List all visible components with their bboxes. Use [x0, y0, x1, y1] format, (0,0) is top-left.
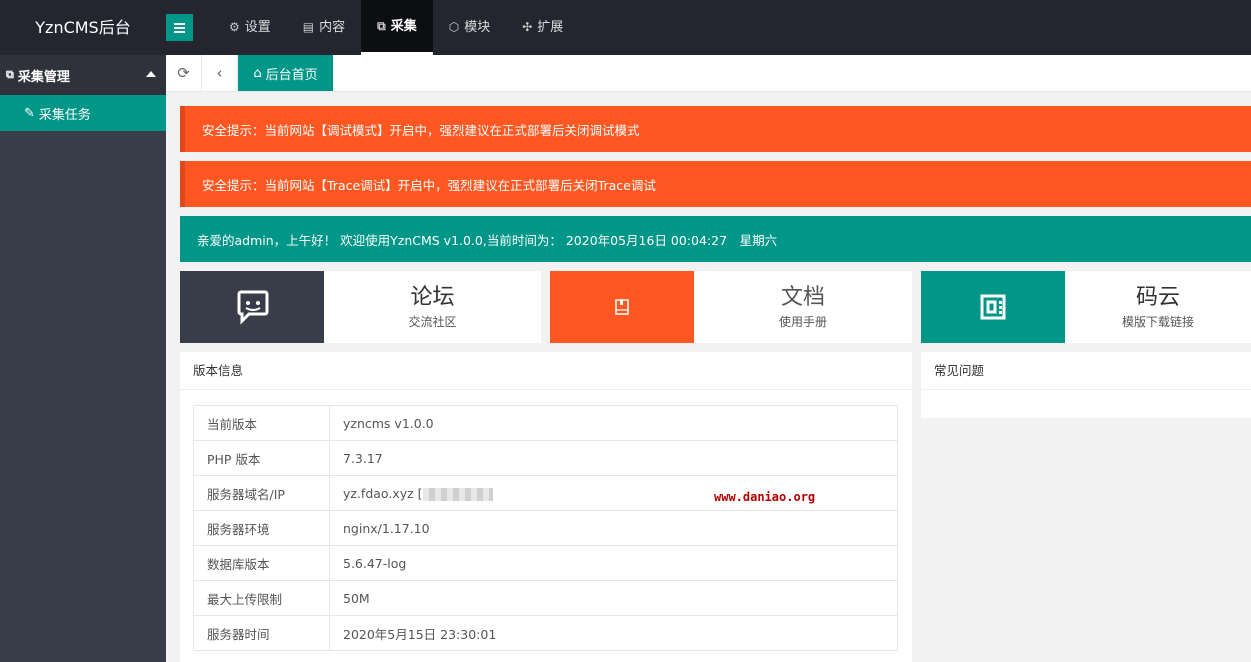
sidebar-item-collect-task[interactable]: ✎ 采集任务: [0, 95, 166, 131]
table-row: 服务器时间 2020年5月15日 23:30:01: [193, 615, 898, 651]
row-key: 服务器环境: [193, 510, 330, 546]
gitee-card[interactable]: 码云 模版下载链接: [921, 271, 1251, 343]
home-icon: ⌂: [253, 65, 262, 81]
nav-settings[interactable]: ⚙ 设置: [213, 0, 287, 55]
row-value: yz.fdao.xyz [: [343, 485, 423, 501]
nav-label: 采集: [390, 18, 417, 34]
table-row: 最大上传限制 50M: [193, 580, 898, 616]
redacted-ip: [422, 487, 493, 501]
sidebar: ⧉ 采集管理 ✎ 采集任务: [0, 55, 166, 662]
forum-card[interactable]: 论坛 交流社区: [180, 271, 541, 343]
code-icon: [921, 271, 1065, 343]
table-row: 当前版本 yzncms v1.0.0: [193, 405, 898, 441]
panel-title: 常见问题: [921, 352, 1251, 390]
row-value: 5.6.47-log: [329, 545, 898, 581]
row-key: PHP 版本: [193, 440, 330, 476]
row-value: yzncms v1.0.0: [329, 405, 898, 441]
row-key: 最大上传限制: [193, 580, 330, 616]
watermark-text: www.daniao.org: [714, 490, 816, 504]
table-row: 服务器环境 nginx/1.17.10: [193, 510, 898, 546]
sitemap-icon: ⧉: [377, 18, 386, 33]
nav-label: 设置: [244, 20, 271, 35]
tab-home[interactable]: ⌂ 后台首页: [238, 55, 333, 91]
menu-toggle-button[interactable]: [166, 14, 193, 41]
book-icon: [550, 271, 694, 343]
back-button[interactable]: ‹: [202, 55, 238, 91]
nav-content[interactable]: ▤ 内容: [287, 0, 361, 55]
refresh-icon: ⟳: [177, 64, 190, 82]
puzzle-icon: ✣: [522, 20, 533, 34]
nav-label: 模块: [464, 20, 491, 35]
edit-icon: ✎: [24, 105, 35, 121]
trace-debug-alert: 安全提示：当前网站【Trace调试】开启中，强烈建议在正式部署后关闭Trace调…: [180, 161, 1251, 207]
row-key: 数据库版本: [193, 545, 330, 581]
sitemap-icon: ⧉: [6, 68, 14, 81]
row-value: 2020年5月15日 23:30:01: [329, 615, 898, 651]
card-subtitle: 交流社区: [408, 314, 457, 329]
nav-label: 扩展: [537, 20, 564, 35]
nav-extensions[interactable]: ✣ 扩展: [506, 0, 579, 55]
card-subtitle: 模版下载链接: [1121, 314, 1194, 329]
chat-icon: [180, 271, 324, 343]
top-nav: ⚙ 设置 ▤ 内容 ⧉ 采集 ⬡ 模块 ✣ 扩展: [213, 0, 579, 55]
docs-card[interactable]: 文档 使用手册: [550, 271, 912, 343]
welcome-message: 亲爱的admin，上午好！ 欢迎使用YznCMS v1.0.0,当前时间为： 2…: [180, 216, 1251, 262]
document-icon: ▤: [302, 20, 315, 34]
table-row: PHP 版本 7.3.17: [193, 440, 898, 476]
row-value: 7.3.17: [329, 440, 898, 476]
row-key: 当前版本: [193, 405, 330, 441]
card-subtitle: 使用手册: [778, 314, 827, 329]
app-logo[interactable]: YznCMS后台: [0, 0, 166, 55]
caret-up-icon: [146, 71, 156, 77]
cube-icon: ⬡: [448, 20, 460, 34]
gear-icon: ⚙: [229, 20, 240, 34]
nav-collect[interactable]: ⧉ 采集: [361, 0, 433, 55]
nav-label: 内容: [319, 20, 346, 35]
card-title: 码云: [1135, 284, 1180, 310]
sidebar-item-label: 采集任务: [38, 107, 91, 123]
row-key: 服务器时间: [193, 615, 330, 651]
faq-panel: 常见问题: [921, 352, 1251, 418]
card-title: 文档: [780, 284, 825, 310]
version-info-table: 当前版本 yzncms v1.0.0 PHP 版本 7.3.17 服务器域名/IP y…: [193, 405, 898, 651]
chevron-left-icon: ‹: [216, 64, 223, 82]
nav-modules[interactable]: ⬡ 模块: [433, 0, 507, 55]
row-value: nginx/1.17.10: [329, 510, 898, 546]
sidebar-group-collect[interactable]: ⧉ 采集管理: [0, 55, 166, 95]
row-key: 服务器域名/IP: [193, 475, 330, 511]
row-value: 50M: [329, 580, 898, 616]
sidebar-group-label: 采集管理: [17, 69, 70, 85]
panel-title: 版本信息: [180, 352, 912, 390]
version-info-panel: 版本信息 当前版本 yzncms v1.0.0 PHP 版本 7.3.17 服务器域…: [180, 352, 912, 662]
tab-label: 后台首页: [265, 67, 318, 83]
top-header: YznCMS后台 ⚙ 设置 ▤ 内容 ⧉ 采集 ⬡ 模块 ✣ 扩展: [0, 0, 1251, 55]
table-row: 数据库版本 5.6.47-log: [193, 545, 898, 581]
card-title: 论坛: [410, 284, 455, 310]
refresh-button[interactable]: ⟳: [166, 55, 202, 91]
tab-bar: ⟳ ‹ ⌂ 后台首页: [166, 55, 1251, 92]
debug-mode-alert: 安全提示：当前网站【调试模式】开启中，强烈建议在正式部署后关闭调试模式: [180, 106, 1251, 152]
